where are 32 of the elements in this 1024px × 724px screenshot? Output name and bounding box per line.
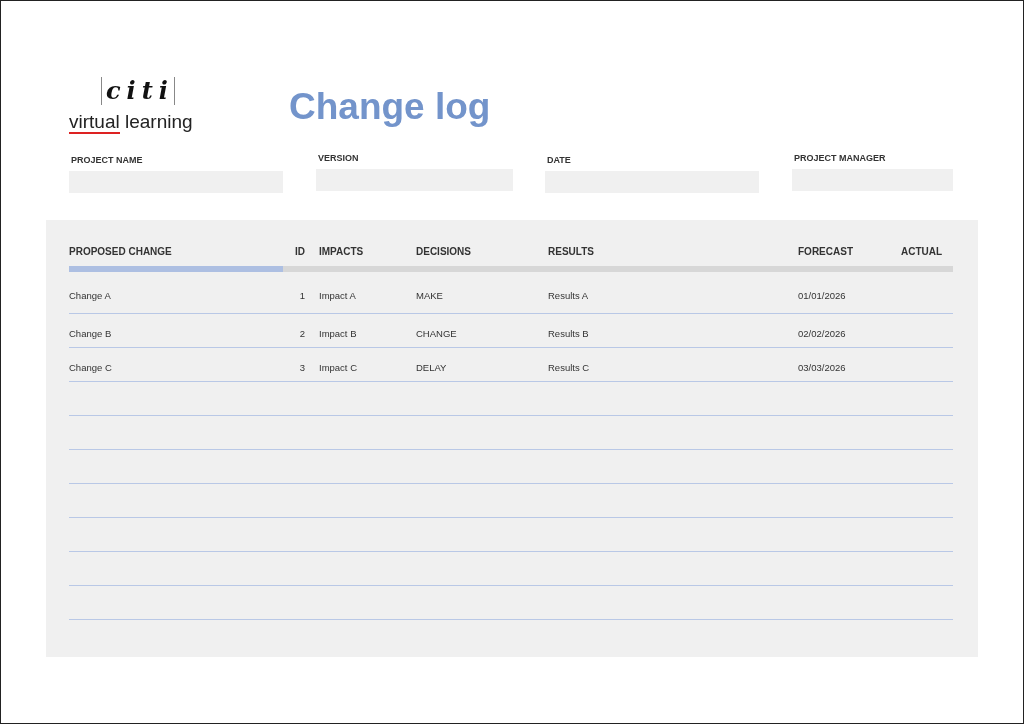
field-label: PROJECT MANAGER [793, 153, 887, 163]
table-cell: 3 [299, 362, 305, 373]
table-cell: DELAY [416, 362, 447, 373]
column-header: DECISIONS [416, 245, 472, 259]
page-title: Change log [289, 87, 491, 127]
logo-mark: citi [101, 77, 175, 105]
column-header: ID [294, 245, 306, 259]
table-cell: Results A [548, 290, 589, 301]
table-cell: Impact C [319, 362, 357, 373]
logo-tagline: virtual learning [69, 111, 194, 133]
table-cell: Change C [69, 362, 112, 373]
table-cell: 02/02/2026 [798, 328, 846, 339]
table-cell: Results B [548, 328, 589, 339]
column-header: IMPACTS [319, 245, 365, 259]
table-cell: Impact A [319, 290, 356, 301]
table-cell: CHANGE [416, 328, 457, 339]
column-header: PROPOSED CHANGE [69, 245, 173, 259]
table-cell: 1 [299, 290, 305, 301]
table-cell: 2 [299, 328, 305, 339]
table-cell: 03/03/2026 [798, 362, 846, 373]
field-label: VERSION [317, 153, 360, 163]
table-cell: Change A [69, 290, 111, 301]
table-cell: Impact B [319, 328, 357, 339]
column-header: ACTUAL [901, 245, 944, 259]
field-label: DATE [546, 155, 572, 165]
field-label: PROJECT NAME [70, 155, 144, 165]
table-cell: MAKE [416, 290, 443, 301]
column-header: FORECAST [798, 245, 854, 259]
table-cell: 01/01/2026 [798, 290, 846, 301]
column-header: RESULTS [548, 245, 595, 259]
table-cell: Change B [69, 328, 112, 339]
table-cell: Results C [548, 362, 590, 373]
